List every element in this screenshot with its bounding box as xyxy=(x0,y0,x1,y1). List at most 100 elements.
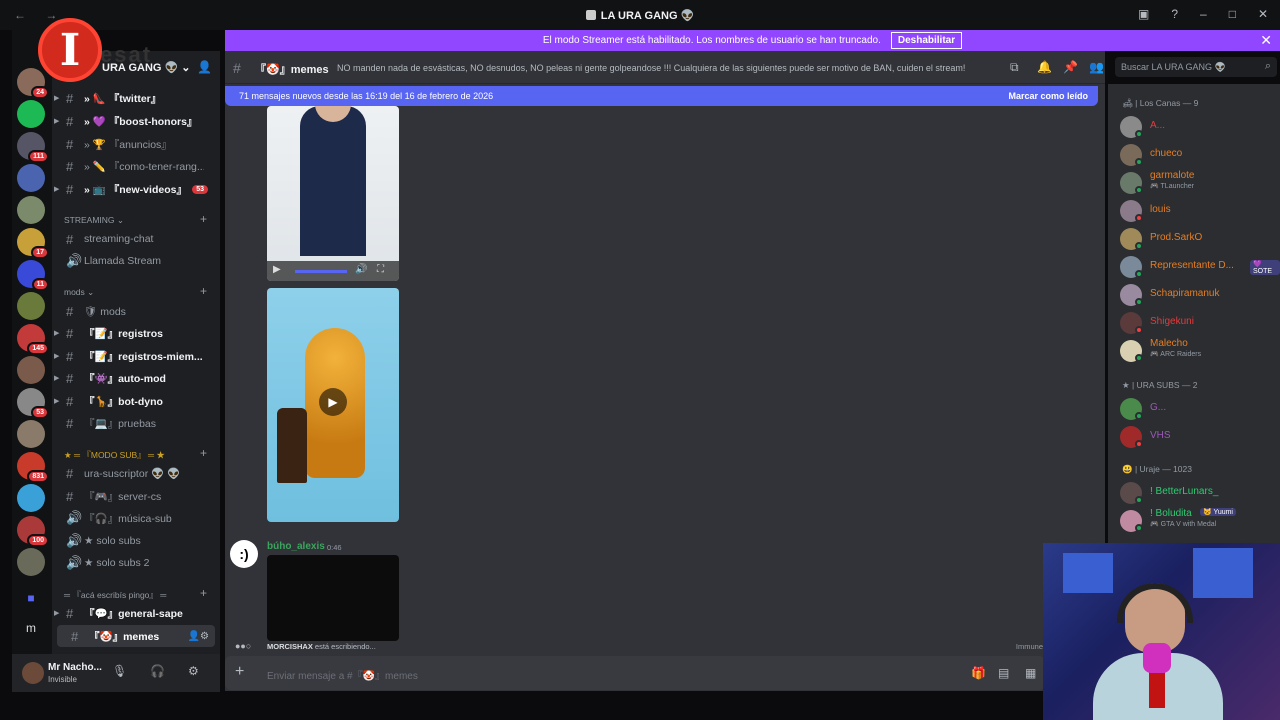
add-channel-icon[interactable]: + xyxy=(200,586,207,600)
add-channel-icon[interactable]: + xyxy=(200,446,207,460)
add-member-icon[interactable]: 👤 xyxy=(197,60,212,74)
category-chat[interactable]: ═ 『acá escribís pingo』 ═ + xyxy=(64,586,207,601)
server-icon[interactable] xyxy=(17,100,45,128)
sticker-icon[interactable]: ▦ xyxy=(1025,666,1036,680)
channel-ura-suscriptor[interactable]: # ura-suscriptor 👽 👽 xyxy=(52,462,220,484)
server-icon[interactable] xyxy=(17,484,45,512)
channel-memes[interactable]: # 『🤡』memes 👤⚙ xyxy=(57,625,215,647)
channel-new-videos[interactable]: ▶ #» 📺 『new-videos』 53 xyxy=(52,178,220,200)
member-item[interactable]: G... xyxy=(1120,396,1280,422)
member-item[interactable]: ! BetterLunars_ xyxy=(1120,480,1280,506)
voice-channel-solo-subs-2[interactable]: 🔊 ★ solo subs 2 xyxy=(52,552,220,574)
close-window-button[interactable]: ✕ xyxy=(1258,7,1268,21)
server-icon[interactable] xyxy=(17,548,45,576)
member-group-header: ★ | URA SUBS — 2 xyxy=(1122,380,1198,390)
folder-icon[interactable]: ■ xyxy=(17,584,45,612)
member-list-icon[interactable]: 👥 xyxy=(1089,60,1104,74)
close-banner-icon[interactable]: ✕ xyxy=(1260,32,1272,49)
add-attachment-icon[interactable]: + xyxy=(235,663,244,681)
member-item[interactable]: Prod.SarkO xyxy=(1120,226,1280,252)
channel-mods[interactable]: # 🛡 mods xyxy=(52,300,220,322)
server-icon[interactable] xyxy=(17,356,45,384)
category-modo-sub[interactable]: ★ ═ 『MODO SUB』 ═ ★ + xyxy=(64,446,207,461)
channel-registros[interactable]: ▶ # 『📝』registros xyxy=(52,322,220,344)
server-icon[interactable]: m xyxy=(17,614,45,642)
voice-channel-musica-sub[interactable]: 🔊 『🎧』música-sub xyxy=(52,507,220,529)
member-item[interactable]: Representante D... 💜 SOTE xyxy=(1120,254,1280,280)
member-name: ! BetterLunars_ xyxy=(1150,486,1219,497)
video-attachment[interactable] xyxy=(267,555,399,641)
add-channel-icon[interactable]: + xyxy=(200,284,207,298)
member-item[interactable]: Malecho 🎮 ARC Raiders xyxy=(1120,338,1280,364)
channel-bot-dyno[interactable]: ▶ # 『🦒』bot-dyno xyxy=(52,390,220,412)
microphone xyxy=(1143,643,1171,673)
play-icon[interactable]: ▶ xyxy=(319,388,347,416)
minimize-button[interactable]: – xyxy=(1200,7,1207,21)
pin-icon[interactable]: 📌 xyxy=(1063,60,1078,74)
server-icon[interactable]: 100 xyxy=(17,516,49,547)
help-icon[interactable]: ? xyxy=(1171,7,1178,21)
server-icon[interactable]: 24 xyxy=(17,68,49,99)
server-icon[interactable]: 11 xyxy=(17,260,49,291)
avatar[interactable] xyxy=(22,662,44,684)
play-icon[interactable]: ▶ xyxy=(273,264,281,275)
category-mods[interactable]: mods ⌄ + xyxy=(64,284,207,298)
search-input[interactable]: Buscar LA URA GANG 👽 ⌕ xyxy=(1115,57,1277,77)
new-messages-bar[interactable]: 71 mensajes nuevos desde las 16:19 del 1… xyxy=(225,86,1098,106)
channel-topic[interactable]: NO manden nada de esvásticas, NO desnudo… xyxy=(337,63,977,73)
server-icon[interactable]: 53 xyxy=(17,388,49,419)
video-attachment[interactable]: ▶ xyxy=(267,288,399,522)
server-icon[interactable] xyxy=(17,292,45,320)
member-item[interactable]: ! Boludita 🎮 GTA V with Medal 🐱 Yuumi xyxy=(1120,508,1280,534)
fullscreen-icon[interactable]: ⛶ xyxy=(377,264,384,275)
gif-icon[interactable]: ▤ xyxy=(998,666,1009,680)
channel-settings-icon[interactable]: 👤⚙ xyxy=(188,631,209,642)
voice-channel-llamada-stream[interactable]: 🔊 Llamada Stream xyxy=(52,250,220,272)
member-item[interactable]: chueco xyxy=(1120,142,1280,168)
member-item[interactable]: garmalote 🎮 TLauncher xyxy=(1120,170,1280,196)
video-thumbnail xyxy=(300,106,366,256)
bell-icon[interactable]: 🔔 xyxy=(1037,60,1052,74)
member-item[interactable]: louis xyxy=(1120,198,1280,224)
channel-registros-miembros[interactable]: ▶ # 『📝』registros-miem... xyxy=(52,345,220,367)
video-progress-bar[interactable] xyxy=(295,270,347,273)
category-streaming[interactable]: STREAMING ⌄ + xyxy=(64,212,207,226)
server-icon[interactable] xyxy=(17,196,45,224)
microphone-icon[interactable]: 🎙 xyxy=(112,664,127,678)
avatar[interactable]: :) xyxy=(230,540,258,568)
member-item[interactable]: Shigekuni xyxy=(1120,310,1280,336)
channel-anuncios[interactable]: #» 🏆 『anuncios』 xyxy=(52,133,220,155)
member-item[interactable]: A... xyxy=(1120,114,1280,140)
member-item[interactable]: Schapiramanuk xyxy=(1120,282,1280,308)
member-item[interactable]: VHS xyxy=(1120,424,1280,450)
server-icon[interactable] xyxy=(17,164,45,192)
channel-twitter[interactable]: ▶ #» 👠 『twitter』 xyxy=(52,87,220,109)
mark-as-read-button[interactable]: Marcar como leído xyxy=(1008,91,1088,101)
add-channel-icon[interactable]: + xyxy=(200,212,207,226)
inbox-icon[interactable]: ▣ xyxy=(1138,7,1149,21)
voice-channel-solo-subs[interactable]: 🔊 ★ solo subs xyxy=(52,530,220,552)
message-input[interactable]: Enviar mensaje a #『🤡』memes xyxy=(267,667,418,682)
channel-pruebas[interactable]: # 『💻』pruebas xyxy=(52,412,220,434)
server-icon[interactable]: 145 xyxy=(17,324,49,355)
channel-general-sape[interactable]: ▶ # 『💬』general-sape xyxy=(52,602,220,624)
threads-icon[interactable]: ⧉ xyxy=(1010,60,1019,75)
message-composer[interactable]: + Enviar mensaje a #『🤡』memes 🎁 ▤ ▦ xyxy=(225,656,1045,690)
channel-server-cs[interactable]: # 『🎮』server-cs xyxy=(52,485,220,507)
volume-icon[interactable]: 🔊 xyxy=(355,264,367,275)
gear-icon[interactable]: ⚙ xyxy=(188,664,199,678)
server-icon[interactable]: 831 xyxy=(17,452,49,483)
disable-streamer-button[interactable]: Deshabilitar xyxy=(890,32,963,49)
server-icon[interactable]: 17 xyxy=(17,228,49,259)
channel-como-tener-rango[interactable]: #» ✏️ 『como-tener-rang... xyxy=(52,155,220,177)
channel-auto-mod[interactable]: ▶ # 『👾』auto-mod xyxy=(52,367,220,389)
gift-icon[interactable]: 🎁 xyxy=(971,666,986,680)
message-author[interactable]: búho_alexis xyxy=(267,541,325,552)
server-icon[interactable]: 111 xyxy=(17,132,49,163)
headphones-icon[interactable]: 🎧 xyxy=(150,664,165,678)
video-attachment[interactable]: ▶ 🔊 ⛶ xyxy=(267,106,399,281)
channel-streaming-chat[interactable]: # streaming-chat xyxy=(52,228,220,250)
server-icon[interactable] xyxy=(17,420,45,448)
maximize-button[interactable]: □ xyxy=(1229,7,1236,21)
channel-boost-honors[interactable]: ▶ #» 💜 『boost-honors』 xyxy=(52,110,220,132)
